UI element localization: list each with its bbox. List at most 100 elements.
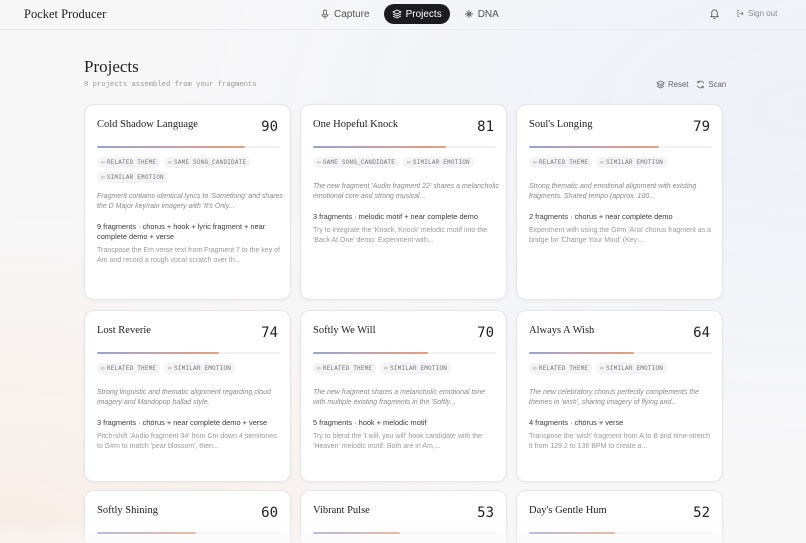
reset-button[interactable]: Reset <box>656 80 688 89</box>
next-step-suggestion: Pitch-shift 'Audio fragment 34' from Cm … <box>97 433 277 450</box>
score-bar <box>97 146 280 148</box>
top-bar: Pocket Producer Capture Projects DNA Sig <box>0 0 806 30</box>
relation-tag: ∞ SIMILAR EMOTION <box>596 157 668 168</box>
project-score: 81 <box>477 119 494 135</box>
relation-tag: ∞ RELATED THEME <box>97 157 161 168</box>
score-bar-fill <box>97 532 196 534</box>
fragment-summary: 9 fragments · chorus + hook + lyric frag… <box>97 222 266 241</box>
relation-tag-label: RELATED THEME <box>538 365 589 372</box>
project-title: Always A Wish <box>529 325 595 336</box>
tag-list: ∞ RELATED THEME ∞ SIMILAR EMOTION <box>529 157 714 168</box>
project-title: Softly Shining <box>97 505 158 516</box>
fragment-summary: 3 fragments · melodic motif + near compl… <box>313 212 478 221</box>
project-title: Cold Shadow Language <box>97 119 198 130</box>
nav-dna-label: DNA <box>477 8 499 20</box>
link-icon: ∞ <box>101 174 105 181</box>
relation-tag-label: SIMILAR EMOTION <box>174 365 232 372</box>
relation-tag: ∞ SIMILAR EMOTION <box>164 363 236 374</box>
score-bar <box>313 532 496 534</box>
page-actions: Reset Scan <box>656 80 726 89</box>
next-step-suggestion: Transpose the Em verse text from Fragmen… <box>97 247 280 264</box>
link-icon: ∞ <box>533 159 537 166</box>
link-icon: ∞ <box>168 365 173 372</box>
mic-icon <box>321 9 329 19</box>
nav-projects[interactable]: Projects <box>383 4 450 24</box>
tag-list: ∞ SAME SONG_CANDIDATE ∞ SIMILAR EMOTION <box>313 157 498 168</box>
fragment-summary: 4 fragments · chorus + verse <box>529 418 624 427</box>
fragment-summary: 2 fragments · chorus + near complete dem… <box>529 212 673 221</box>
link-icon: ∞ <box>533 365 537 372</box>
relation-tag: ∞ SIMILAR EMOTION <box>380 363 452 374</box>
fragment-summary: 3 fragments · chorus + near complete dem… <box>97 418 268 427</box>
relation-tag: ∞ SIMILAR EMOTION <box>97 172 168 183</box>
score-bar <box>313 352 496 354</box>
match-reason: Fragment contains identical lyrics to 'S… <box>97 193 283 210</box>
project-card[interactable]: Lost Reverie 74 ∞ RELATED THEME ∞ SIMILAR EMO… <box>84 310 291 482</box>
nav-capture[interactable]: Capture <box>312 4 378 24</box>
tag-list: ∞ RELATED THEME ∞ SIMILAR EMOTION <box>97 363 282 374</box>
relation-tag-label: SIMILAR EMOTION <box>606 159 664 166</box>
sign-out-icon <box>737 9 744 18</box>
scan-label: Scan <box>708 80 727 89</box>
main-nav: Capture Projects DNA <box>312 4 507 24</box>
project-score: 70 <box>477 325 494 341</box>
bell-icon[interactable] <box>709 8 720 19</box>
sparkle-icon <box>464 10 473 18</box>
project-card[interactable]: Cold Shadow Language 90 ∞ RELATED THEME ∞ SAM… <box>84 104 291 300</box>
score-bar <box>529 532 712 534</box>
project-card[interactable]: One Hopeful Knock 81 ∞ SAME SONG_CANDIDATE ∞… <box>300 104 507 300</box>
link-icon: ∞ <box>407 159 411 166</box>
score-bar <box>529 352 712 354</box>
project-title: Soul's Longing <box>529 119 593 130</box>
match-reason: Strong thematic and emotional alignment … <box>529 183 697 200</box>
project-card[interactable]: Always A Wish 64 ∞ RELATED THEME ∞ SIMILAR EM… <box>516 310 723 482</box>
relation-tag-label: RELATED THEME <box>106 365 157 372</box>
match-reason: The new fragment 'Audio fragment 22' sha… <box>313 183 499 200</box>
link-icon: ∞ <box>101 159 105 166</box>
link-icon: ∞ <box>600 159 605 166</box>
brand-logo[interactable]: Pocket Producer <box>24 7 106 22</box>
reset-label: Reset <box>668 80 689 89</box>
relation-tag: ∞ SAME SONG_CANDIDATE <box>164 157 251 168</box>
relation-tag-label: SIMILAR EMOTION <box>390 365 448 372</box>
match-reason: Strong linguistic and thematic alignment… <box>97 389 271 406</box>
project-card[interactable]: Softly We Will 70 ∞ RELATED THEME ∞ SIMILAR E… <box>300 310 507 482</box>
score-bar-fill <box>529 352 635 354</box>
next-step-suggestion: Experiment with using the G#m 'Aria' cho… <box>529 227 712 244</box>
link-icon: ∞ <box>600 365 605 372</box>
next-step-suggestion: Try to integrate the 'Knock, Knock' melo… <box>313 227 487 244</box>
project-card[interactable]: Soul's Longing 79 ∞ RELATED THEME ∞ SIMILAR E… <box>516 104 723 300</box>
link-icon: ∞ <box>317 365 321 372</box>
link-icon: ∞ <box>168 159 173 166</box>
project-card[interactable]: Day's Gentle Hum 52 <box>516 490 723 543</box>
relation-tag-label: SAME SONG_CANDIDATE <box>174 159 247 166</box>
nav-dna[interactable]: DNA <box>456 4 507 24</box>
project-card[interactable]: Vibrant Pulse 53 <box>300 490 507 543</box>
score-bar-fill <box>97 146 246 148</box>
relation-tag: ∞ RELATED THEME <box>97 363 161 374</box>
project-score: 90 <box>261 119 278 135</box>
page-subtitle: 9 projects assembled from your fragments <box>84 81 257 89</box>
project-score: 79 <box>693 119 710 135</box>
layers-icon <box>656 80 665 89</box>
tag-list: ∞ RELATED THEME ∞ SAME SONG_CANDIDATE ∞ SIMIL… <box>97 157 272 183</box>
project-score: 52 <box>693 505 710 521</box>
page-title: Projects <box>84 57 139 76</box>
project-title: Lost Reverie <box>97 325 151 336</box>
tag-list: ∞ RELATED THEME ∞ SIMILAR EMOTION <box>313 363 498 374</box>
project-score: 74 <box>261 325 278 341</box>
sign-out-button[interactable]: Sign out <box>736 9 777 18</box>
scan-button[interactable]: Scan <box>696 80 726 89</box>
score-bar <box>529 146 712 148</box>
score-bar-fill <box>313 352 429 354</box>
relation-tag-label: RELATED THEME <box>322 365 373 372</box>
sign-out-label: Sign out <box>748 9 778 18</box>
score-bar <box>313 146 496 148</box>
relation-tag-label: SIMILAR EMOTION <box>412 159 470 166</box>
project-card[interactable]: Softly Shining 60 <box>84 490 291 543</box>
link-icon: ∞ <box>101 365 105 372</box>
fragment-summary: 5 fragments · hook + melodic motif <box>313 418 427 427</box>
nav-projects-label: Projects <box>405 8 442 20</box>
relation-tag: ∞ SAME SONG_CANDIDATE <box>313 157 400 168</box>
match-reason: The new fragment shares a melancholic em… <box>313 389 485 406</box>
